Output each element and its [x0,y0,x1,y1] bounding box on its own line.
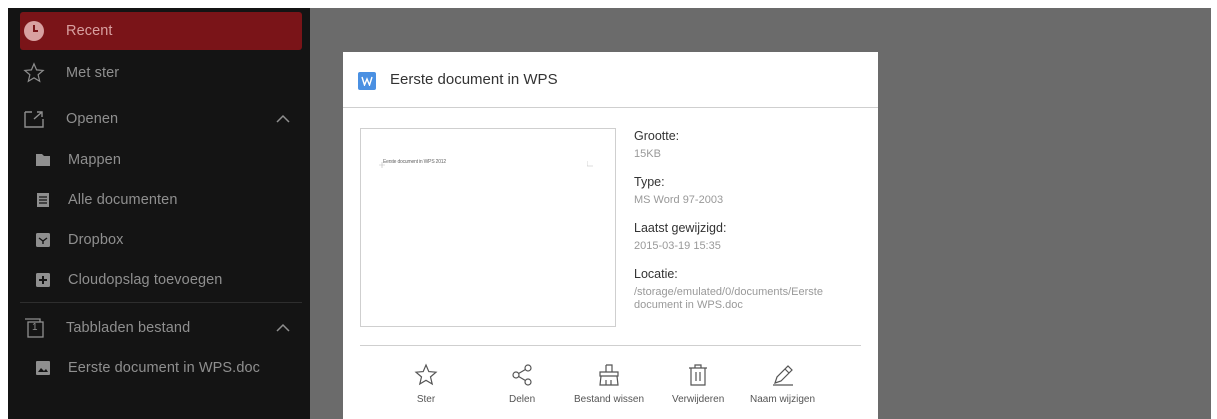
tab-counter-icon: 1 [22,316,46,340]
sidebar-item-label: Mappen [68,152,121,168]
sidebar-item-label: Cloudopslag toevoegen [68,272,223,288]
modified-value: 2015-03-19 15:35 [634,240,721,252]
sidebar-item-folders[interactable]: Mappen [20,141,302,179]
location-label: Locatie: [634,267,678,281]
tab-count: 1 [32,322,38,333]
sidebar-item-open[interactable]: Openen [20,100,302,138]
sidebar-item-label: Alle documenten [68,192,178,208]
clear-file-button[interactable]: Bestand wissen [574,362,644,405]
info-location: Locatie: /storage/emulated/0/documents/E… [634,267,869,312]
type-label: Type: [634,175,665,189]
dropbox-icon [36,233,50,247]
sidebar-item-recent[interactable]: Recent [20,12,302,50]
document-list-icon [36,193,50,207]
dialog-title: Eerste document in WPS [390,71,558,88]
sidebar-item-label: Recent [66,23,113,39]
app-window: Recent Met ster Openen Mappen Alle docum… [0,0,1217,419]
open-folder-icon [22,107,46,131]
dialog-divider [360,345,861,346]
info-modified: Laatst gewijzigd: 2015-03-19 15:35 [634,221,726,253]
star-button-label: Ster [416,394,436,405]
chevron-up-icon[interactable] [276,321,290,337]
sidebar-item-label: Met ster [66,65,120,81]
plus-box-icon [36,273,50,287]
clock-icon [22,19,46,43]
info-size: Grootte: 15KB [634,129,679,161]
pencil-icon [770,362,796,388]
sidebar-item-add-cloud-storage[interactable]: Cloudopslag toevoegen [20,261,302,299]
sidebar-item-file-tabs[interactable]: 1 Tabbladen bestand [20,309,302,347]
right-margin [1211,0,1217,419]
delete-button-label: Verwijderen [672,394,725,405]
sidebar-item-dropbox[interactable]: Dropbox [20,221,302,259]
size-label: Grootte: [634,129,680,143]
delete-button[interactable]: Verwijderen [672,362,724,405]
rename-button-label: Naam wijzigen [750,394,816,405]
document-preview[interactable]: Eerste document in WPS 2012 [360,128,616,327]
folder-icon [36,153,50,167]
sidebar-item-label: Openen [66,111,119,127]
share-button-label: Delen [509,394,536,405]
sidebar: Recent Met ster Openen Mappen Alle docum… [8,8,310,419]
clear-file-icon [596,362,622,388]
preview-text-line: Eerste document in WPS 2012 [383,159,446,165]
star-outline-icon [22,61,46,85]
sidebar-item-all-documents[interactable]: Alle documenten [20,181,302,219]
rename-button[interactable]: Naam wijzigen [750,362,815,405]
sidebar-item-label: Eerste document in WPS.doc [68,360,260,376]
sidebar-item-label: Tabbladen bestand [66,320,191,336]
dialog-header: Eerste document in WPS [343,52,878,108]
type-value: MS Word 97-2003 [634,194,724,206]
share-icon [509,362,535,388]
top-margin [0,0,1217,8]
trash-icon [685,362,711,388]
size-value: 15KB [634,148,661,160]
wps-writer-icon [358,72,376,90]
sidebar-item-open-document[interactable]: Eerste document in WPS.doc [20,349,302,387]
image-doc-icon [36,361,50,375]
modified-label: Laatst gewijzigd: [634,221,727,235]
chevron-up-icon[interactable] [276,112,290,128]
sidebar-item-label: Dropbox [68,232,124,248]
location-value: /storage/emulated/0/documents/Eerste doc… [634,286,823,311]
info-type: Type: MS Word 97-2003 [634,175,723,207]
share-button[interactable]: Delen [509,362,535,405]
clear-file-button-label: Bestand wissen [574,394,645,405]
sidebar-divider [20,302,302,303]
sidebar-item-starred[interactable]: Met ster [20,54,302,92]
document-info-dialog: Eerste document in WPS Eerste document i… [343,52,878,419]
preview-corner-mark [586,154,593,172]
star-icon [413,362,439,388]
star-button[interactable]: Ster [413,362,439,405]
